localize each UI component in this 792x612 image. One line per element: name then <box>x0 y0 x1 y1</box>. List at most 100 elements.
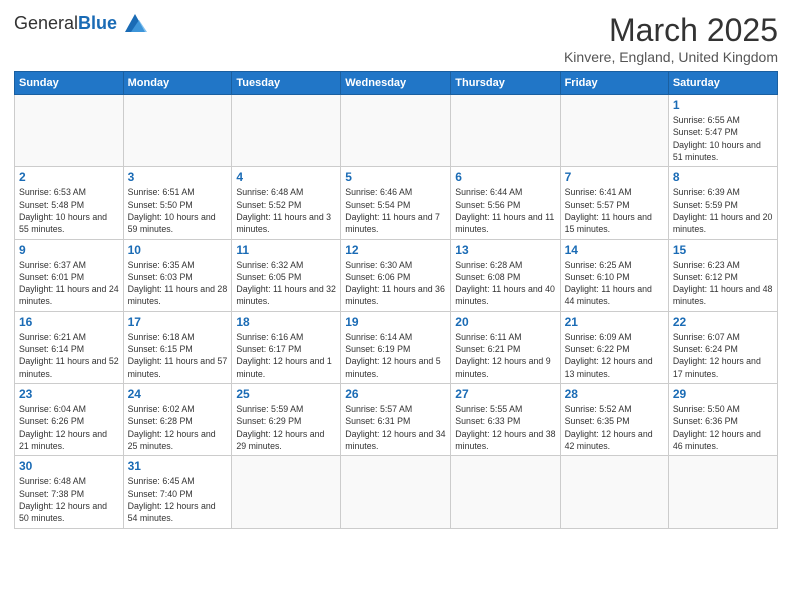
day-number: 27 <box>455 387 555 401</box>
table-row: 20Sunrise: 6:11 AM Sunset: 6:21 PM Dayli… <box>451 311 560 383</box>
day-number: 23 <box>19 387 119 401</box>
day-number: 14 <box>565 243 664 257</box>
day-info: Sunrise: 6:04 AM Sunset: 6:26 PM Dayligh… <box>19 403 119 452</box>
title-block: March 2025 Kinvere, England, United King… <box>564 12 778 65</box>
day-number: 26 <box>345 387 446 401</box>
day-info: Sunrise: 5:55 AM Sunset: 6:33 PM Dayligh… <box>455 403 555 452</box>
table-row: 5 Sunrise: 6:46 AM Sunset: 5:54 PM Daylig… <box>341 167 451 239</box>
col-thursday: Thursday <box>451 72 560 95</box>
table-row: 6Sunrise: 6:44 AM Sunset: 5:56 PM Daylig… <box>451 167 560 239</box>
calendar-row: 30 Sunrise: 6:48 AM Sunset: 7:38 PM Dayli… <box>15 456 778 528</box>
day-info: Sunrise: 6:30 AM Sunset: 6:06 PM Dayligh… <box>345 259 446 308</box>
day-number: 12 <box>345 243 446 257</box>
day-info: Sunrise: 6:53 AM Sunset: 5:48 PM Dayligh… <box>19 186 119 235</box>
day-number: 4 <box>236 170 336 184</box>
col-sunday: Sunday <box>15 72 124 95</box>
table-row: 7 Sunrise: 6:41 AM Sunset: 5:57 PM Daylig… <box>560 167 668 239</box>
table-row: 27 Sunrise: 5:55 AM Sunset: 6:33 PM Dayli… <box>451 384 560 456</box>
day-info: Sunrise: 6:45 AM Sunset: 7:40 PM Dayligh… <box>128 475 228 524</box>
day-number: 5 <box>345 170 446 184</box>
table-row <box>560 456 668 528</box>
day-info: Sunrise: 6:39 AM Sunset: 5:59 PM Dayligh… <box>673 186 773 235</box>
day-number: 2 <box>19 170 119 184</box>
col-friday: Friday <box>560 72 668 95</box>
day-number: 21 <box>565 315 664 329</box>
day-number: 20 <box>455 315 555 329</box>
table-row <box>232 456 341 528</box>
col-monday: Monday <box>123 72 232 95</box>
table-row: 1Sunrise: 6:55 AM Sunset: 5:47 PM Daylig… <box>668 95 777 167</box>
table-row: 10Sunrise: 6:35 AM Sunset: 6:03 PM Dayli… <box>123 239 232 311</box>
table-row <box>451 456 560 528</box>
day-info: Sunrise: 6:23 AM Sunset: 6:12 PM Dayligh… <box>673 259 773 308</box>
table-row: 29 Sunrise: 5:50 AM Sunset: 6:36 PM Dayli… <box>668 384 777 456</box>
table-row: 12 Sunrise: 6:30 AM Sunset: 6:06 PM Dayli… <box>341 239 451 311</box>
table-row: 15Sunrise: 6:23 AM Sunset: 6:12 PM Dayli… <box>668 239 777 311</box>
day-number: 13 <box>455 243 555 257</box>
day-number: 11 <box>236 243 336 257</box>
day-info: Sunrise: 5:52 AM Sunset: 6:35 PM Dayligh… <box>565 403 664 452</box>
day-number: 19 <box>345 315 446 329</box>
day-number: 28 <box>565 387 664 401</box>
day-info: Sunrise: 6:25 AM Sunset: 6:10 PM Dayligh… <box>565 259 664 308</box>
calendar-row: 23 Sunrise: 6:04 AM Sunset: 6:26 PM Dayli… <box>15 384 778 456</box>
day-number: 16 <box>19 315 119 329</box>
table-row: 16Sunrise: 6:21 AM Sunset: 6:14 PM Dayli… <box>15 311 124 383</box>
table-row <box>341 456 451 528</box>
calendar-table: Sunday Monday Tuesday Wednesday Thursday… <box>14 71 778 529</box>
day-info: Sunrise: 6:55 AM Sunset: 5:47 PM Dayligh… <box>673 114 773 163</box>
day-number: 30 <box>19 459 119 473</box>
table-row <box>668 456 777 528</box>
location: Kinvere, England, United Kingdom <box>564 49 778 65</box>
day-number: 24 <box>128 387 228 401</box>
table-row: 4Sunrise: 6:48 AM Sunset: 5:52 PM Daylig… <box>232 167 341 239</box>
day-info: Sunrise: 6:14 AM Sunset: 6:19 PM Dayligh… <box>345 331 446 380</box>
table-row: 28 Sunrise: 5:52 AM Sunset: 6:35 PM Dayli… <box>560 384 668 456</box>
col-wednesday: Wednesday <box>341 72 451 95</box>
logo-text: GeneralBlue <box>14 13 117 34</box>
day-number: 29 <box>673 387 773 401</box>
day-info: Sunrise: 6:41 AM Sunset: 5:57 PM Dayligh… <box>565 186 664 235</box>
table-row <box>451 95 560 167</box>
calendar-row: 9 Sunrise: 6:37 AM Sunset: 6:01 PM Daylig… <box>15 239 778 311</box>
logo-icon <box>121 12 149 34</box>
col-tuesday: Tuesday <box>232 72 341 95</box>
calendar-row: 1Sunrise: 6:55 AM Sunset: 5:47 PM Daylig… <box>15 95 778 167</box>
calendar-header-row: Sunday Monday Tuesday Wednesday Thursday… <box>15 72 778 95</box>
day-info: Sunrise: 6:46 AM Sunset: 5:54 PM Dayligh… <box>345 186 446 235</box>
logo: GeneralBlue <box>14 12 149 34</box>
table-row: 22Sunrise: 6:07 AM Sunset: 6:24 PM Dayli… <box>668 311 777 383</box>
table-row: 17 Sunrise: 6:18 AM Sunset: 6:15 PM Dayli… <box>123 311 232 383</box>
calendar-row: 16Sunrise: 6:21 AM Sunset: 6:14 PM Dayli… <box>15 311 778 383</box>
table-row <box>232 95 341 167</box>
day-info: Sunrise: 6:44 AM Sunset: 5:56 PM Dayligh… <box>455 186 555 235</box>
table-row: 25Sunrise: 5:59 AM Sunset: 6:29 PM Dayli… <box>232 384 341 456</box>
day-info: Sunrise: 5:59 AM Sunset: 6:29 PM Dayligh… <box>236 403 336 452</box>
day-info: Sunrise: 6:48 AM Sunset: 7:38 PM Dayligh… <box>19 475 119 524</box>
day-info: Sunrise: 6:09 AM Sunset: 6:22 PM Dayligh… <box>565 331 664 380</box>
table-row <box>560 95 668 167</box>
table-row: 19 Sunrise: 6:14 AM Sunset: 6:19 PM Dayli… <box>341 311 451 383</box>
day-number: 10 <box>128 243 228 257</box>
day-info: Sunrise: 5:50 AM Sunset: 6:36 PM Dayligh… <box>673 403 773 452</box>
col-saturday: Saturday <box>668 72 777 95</box>
day-number: 7 <box>565 170 664 184</box>
day-number: 18 <box>236 315 336 329</box>
day-info: Sunrise: 6:18 AM Sunset: 6:15 PM Dayligh… <box>128 331 228 380</box>
day-number: 8 <box>673 170 773 184</box>
day-info: Sunrise: 6:02 AM Sunset: 6:28 PM Dayligh… <box>128 403 228 452</box>
table-row: 24 Sunrise: 6:02 AM Sunset: 6:28 PM Dayli… <box>123 384 232 456</box>
table-row <box>15 95 124 167</box>
day-number: 17 <box>128 315 228 329</box>
table-row: 8 Sunrise: 6:39 AM Sunset: 5:59 PM Daylig… <box>668 167 777 239</box>
table-row: 31Sunrise: 6:45 AM Sunset: 7:40 PM Dayli… <box>123 456 232 528</box>
day-number: 22 <box>673 315 773 329</box>
day-info: Sunrise: 6:37 AM Sunset: 6:01 PM Dayligh… <box>19 259 119 308</box>
day-number: 3 <box>128 170 228 184</box>
table-row: 23 Sunrise: 6:04 AM Sunset: 6:26 PM Dayli… <box>15 384 124 456</box>
month-title: March 2025 <box>564 12 778 49</box>
table-row: 3Sunrise: 6:51 AM Sunset: 5:50 PM Daylig… <box>123 167 232 239</box>
header: GeneralBlue March 2025 Kinvere, England,… <box>14 12 778 65</box>
day-info: Sunrise: 5:57 AM Sunset: 6:31 PM Dayligh… <box>345 403 446 452</box>
day-number: 9 <box>19 243 119 257</box>
